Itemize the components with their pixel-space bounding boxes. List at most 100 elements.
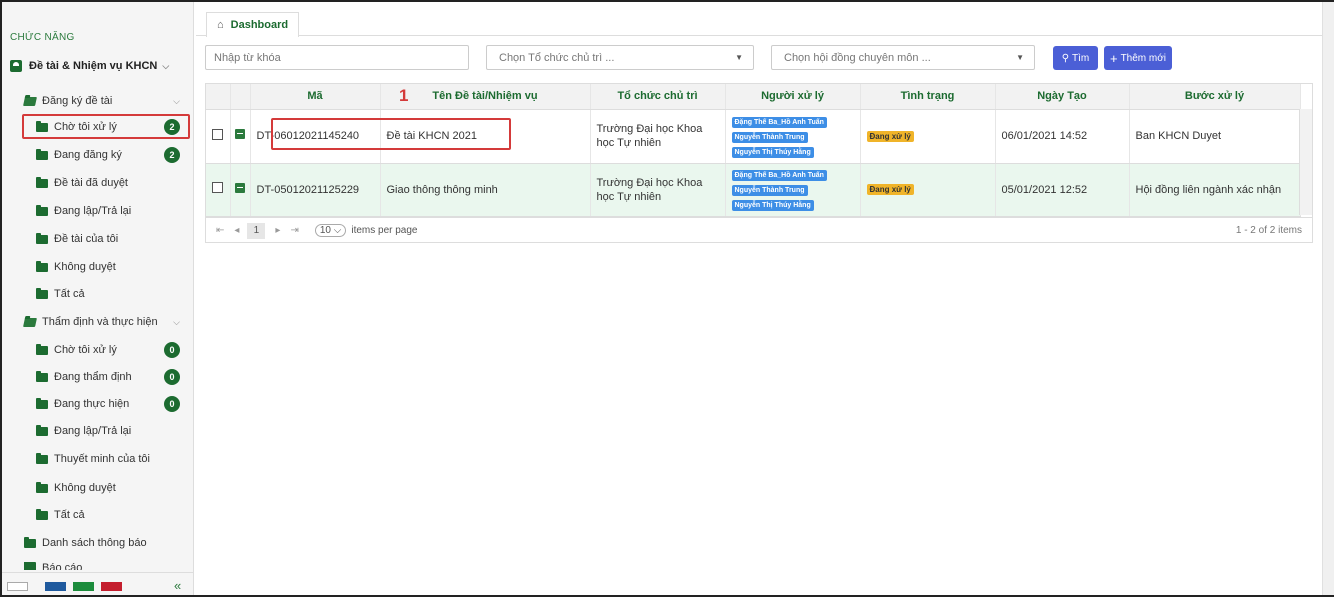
table-row[interactable]: DT-05012021125229 Giao thông thông minh … [206,163,1301,217]
sidebar-module-khcn[interactable]: Đề tài & Nhiệm vụ KHCN ⌵ [10,60,169,72]
annotation-marker: 1 [399,86,409,105]
page-size-value: 10 [319,225,331,236]
handler-tag: Nguyễn Thị Thúy Hằng [731,146,814,158]
header-name[interactable]: Tên Đề tài/Nhiệm vụ [380,84,591,110]
sidebar-item-implementing[interactable]: Đang thực hiện 0 [36,396,186,412]
folder-icon [36,148,48,160]
header-icon [230,84,251,110]
folder-icon [24,562,36,570]
header-status[interactable]: Tình trạng [860,84,996,110]
select-placeholder: Chọn hội đồng chuyên môn ... [784,51,931,64]
council-select[interactable]: Chọn hội đồng chuyên môn ... ▼ [771,45,1035,70]
folder-open-icon [23,96,37,106]
sidebar-item-label: Tất cả [54,288,85,300]
header-handler[interactable]: Người xử lý [725,84,861,110]
dropdown-arrow-icon: ▼ [1016,53,1024,62]
search-icon: ⚲ [1061,52,1070,64]
sidebar-item-label: Thuyết minh của tôi [54,453,150,465]
cell-created: 05/01/2021 12:52 [995,163,1130,217]
cell-status: Đang xử lý [860,109,996,164]
highlight-box-code [271,118,511,150]
search-button[interactable]: ⚲ Tìm [1053,46,1098,70]
projects-grid: Mã Tên Đề tài/Nhiệm vụ Tổ chức chủ trì N… [205,83,1313,243]
sidebar-item-returned-2[interactable]: Đang lập/Trả lại [36,424,186,437]
sidebar-group-registration[interactable]: Đăng ký đề tài ⌵ [23,95,186,107]
header-org[interactable]: Tổ chức chủ trì [590,84,726,110]
edit-icon[interactable] [235,182,245,193]
sidebar-item-all-2[interactable]: Tất cả [36,508,186,521]
cell-handlers: Đặng Thế Ba_Hồ Anh Tuấn Nguyễn Thành Tru… [725,163,861,217]
input-placeholder: Nhập từ khóa [214,51,281,64]
row-checkbox[interactable] [212,182,224,193]
header-step[interactable]: Bước xử lý [1129,84,1301,110]
cell-name[interactable]: Giao thông thông minh [380,163,591,217]
sidebar-item-all[interactable]: Tất cả [36,287,186,300]
header-code[interactable]: Mã [250,84,381,110]
sidebar-item-waiting-2[interactable]: Chờ tôi xử lý 0 [36,342,186,358]
sidebar-item-registering[interactable]: Đang đăng ký 2 [36,147,186,163]
button-label: Tìm [1072,52,1090,64]
current-page[interactable]: 1 [247,222,266,239]
sidebar-item-my-proposals[interactable]: Thuyết minh của tôi [36,452,186,465]
keyword-search-input[interactable]: Nhập từ khóa [205,45,469,70]
page-scrollbar[interactable] [1322,2,1334,595]
sidebar-item-label: Đề tài của tôi [54,233,119,245]
sidebar-item-appraising[interactable]: Đang thẩm định 0 [36,369,186,385]
sidebar-item-rejected-2[interactable]: Không duyệt [36,481,186,494]
handler-tag: Nguyễn Thị Thúy Hằng [731,200,814,211]
sidebar-item-rejected[interactable]: Không duyệt [36,260,186,273]
folder-icon [36,260,48,272]
grid-scrollbar[interactable] [1299,109,1312,215]
sidebar-item-label: Không duyệt [54,261,116,273]
handler-tag: Nguyễn Thành Trung [731,185,808,196]
next-page-icon[interactable]: ▸ [275,225,280,236]
folder-icon [36,370,48,382]
handler-tag: Đặng Thế Ba_Hồ Anh Tuấn [731,170,827,181]
sidebar-section-title: CHỨC NĂNG [10,32,75,43]
theme-swatch-white[interactable] [7,582,28,591]
handler-tag: Nguyễn Thành Trung [731,131,808,143]
sidebar-item-notices[interactable]: Danh sách thông báo [24,536,186,549]
tab-dashboard[interactable]: ⌂ Dashboard [206,12,300,37]
sidebar-item-mine[interactable]: Đề tài của tôi [36,232,186,245]
folder-icon [36,397,48,409]
sidebar-item-label: Đang lập/Trả lại [54,425,132,437]
cell-code[interactable]: DT-05012021125229 [250,163,381,217]
theme-swatch-green[interactable] [73,582,94,591]
count-badge: 0 [164,342,180,358]
folder-icon [36,204,48,216]
sidebar-item-returned[interactable]: Đang lập/Trả lại [36,204,186,217]
edit-icon[interactable] [235,129,245,139]
page-size-select[interactable]: 10 ⌵ [314,224,347,237]
sidebar-item-label: Đang đăng ký [54,149,122,161]
cell-handlers: Đặng Thế Ba_Hồ Anh Tuấn Nguyễn Thành Tru… [725,109,861,164]
cell-created: 06/01/2021 14:52 [995,109,1130,164]
org-select[interactable]: Chọn Tổ chức chủ trì ... ▼ [486,45,754,70]
table-header-row: Mã Tên Đề tài/Nhiệm vụ Tổ chức chủ trì N… [206,84,1301,110]
sidebar-item-label: Báo cáo [42,562,83,570]
sidebar-item-reports[interactable]: Báo cáo [24,562,186,570]
chevron-down-icon: ⌵ [173,316,180,327]
collapse-sidebar-icon[interactable]: « [174,578,181,593]
header-created[interactable]: Ngày Tạo [995,84,1130,110]
theme-swatch-red[interactable] [101,582,122,591]
prev-page-icon[interactable]: ◂ [234,225,239,236]
tab-label: Dashboard [230,19,289,31]
button-label: Thêm mới [1120,52,1167,64]
folder-icon [36,424,48,436]
highlight-box [22,114,190,139]
cell-org: Trường Đại học Khoa học Tự nhiên [590,163,726,217]
theme-swatch-blue[interactable] [45,582,66,591]
row-checkbox[interactable] [212,128,224,140]
folder-icon [36,232,48,244]
last-page-icon[interactable]: ⇥ [290,225,298,236]
sidebar-item-approved[interactable]: Đề tài đã duyệt [36,176,186,189]
folder-icon [36,508,48,520]
sidebar-group-appraisal[interactable]: Thẩm định và thực hiện ⌵ [23,316,186,328]
first-page-icon[interactable]: ⇤ [216,225,224,236]
pagination-info: 1 - 2 of 2 items [1235,225,1302,236]
add-new-button[interactable]: + Thêm mới [1104,46,1172,70]
select-placeholder: Chọn Tổ chức chủ trì ... [499,51,615,64]
sidebar-item-label: Đang lập/Trả lại [54,205,132,217]
folder-icon [36,176,48,188]
